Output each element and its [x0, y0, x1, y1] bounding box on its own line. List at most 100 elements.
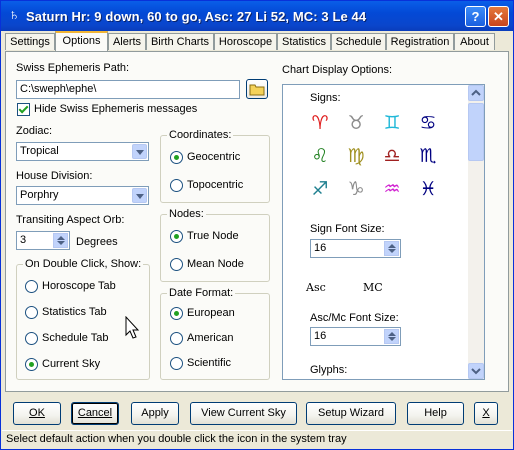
- radio-geocentric-label[interactable]: Geocentric: [187, 151, 240, 163]
- help-label: Help: [424, 407, 447, 419]
- pisces-sign-icon[interactable]: ♓: [415, 179, 441, 199]
- spin-down-icon[interactable]: [388, 249, 396, 253]
- glyphs-label: Glyphs:: [310, 364, 348, 376]
- close-title-button[interactable]: ✕: [488, 6, 509, 27]
- radio-scientific[interactable]: [170, 357, 183, 370]
- title-bar[interactable]: ♄ Saturn Hr: 9 down, 60 to go, Asc: 27 L…: [1, 1, 513, 31]
- scroll-up-button[interactable]: [468, 85, 484, 101]
- sign-font-size-spinner[interactable]: 16: [310, 239, 401, 258]
- taurus-sign-icon[interactable]: ♉: [343, 113, 369, 133]
- zodiac-select[interactable]: Tropical: [16, 142, 149, 161]
- spin-down-icon[interactable]: [388, 337, 396, 341]
- window-title: Saturn Hr: 9 down, 60 to go, Asc: 27 Li …: [26, 9, 367, 24]
- radio-true-node-label[interactable]: True Node: [187, 230, 239, 242]
- spin-down-icon[interactable]: [57, 241, 65, 245]
- hide-messages-label: Hide Swiss Ephemeris messages: [34, 103, 198, 115]
- help-title-button[interactable]: ?: [465, 6, 486, 27]
- chart-display-title: Chart Display Options:: [282, 64, 393, 76]
- radio-mean-node-label[interactable]: Mean Node: [187, 258, 244, 270]
- saturn-app-icon[interactable]: ♄: [6, 7, 22, 24]
- aquarius-sign-icon[interactable]: ♒: [379, 179, 405, 199]
- close-label: X: [482, 407, 490, 419]
- leo-sign-icon[interactable]: ♌: [307, 146, 333, 166]
- scroll-thumb[interactable]: [468, 103, 484, 161]
- cancel-button[interactable]: Cancel: [71, 402, 119, 425]
- main-window: ♄ Saturn Hr: 9 down, 60 to go, Asc: 27 L…: [0, 0, 514, 450]
- view-current-sky-button[interactable]: View Current Sky: [190, 402, 297, 425]
- radio-schedule-tab-label[interactable]: Schedule Tab: [42, 332, 108, 344]
- chevron-up-icon: [471, 89, 481, 96]
- nodes-group: Nodes:: [160, 208, 270, 282]
- chevron-down-icon[interactable]: [132, 188, 147, 203]
- radio-schedule-tab[interactable]: [25, 332, 38, 345]
- spin-up-icon[interactable]: [57, 236, 65, 240]
- tab-settings[interactable]: Settings: [5, 33, 55, 50]
- radio-american-label[interactable]: American: [187, 332, 233, 344]
- radio-mean-node[interactable]: [170, 258, 183, 271]
- scorpio-sign-icon[interactable]: ♏: [415, 146, 441, 166]
- house-division-select[interactable]: Porphry: [16, 186, 149, 205]
- tab-options[interactable]: Options: [55, 31, 108, 51]
- radio-american[interactable]: [170, 332, 183, 345]
- radio-horoscope-tab[interactable]: [25, 280, 38, 293]
- aries-sign-icon[interactable]: ♈: [307, 113, 333, 133]
- tab-registration[interactable]: Registration: [386, 33, 454, 50]
- tab-horoscope[interactable]: Horoscope: [214, 33, 277, 50]
- apply-button[interactable]: Apply: [131, 402, 179, 425]
- radio-european[interactable]: [170, 307, 183, 320]
- tab-schedule[interactable]: Schedule: [331, 33, 386, 50]
- virgo-sign-icon[interactable]: ♍: [343, 146, 369, 166]
- coordinates-group: Coordinates:: [160, 129, 270, 203]
- ascmc-font-size-spinner[interactable]: 16: [310, 327, 401, 346]
- cancel-label: Cancel: [77, 407, 113, 419]
- scroll-down-button[interactable]: [468, 363, 484, 379]
- asc-label: Asc: [306, 281, 326, 294]
- tab-alerts[interactable]: Alerts: [108, 33, 146, 50]
- close-button[interactable]: X: [474, 402, 498, 425]
- radio-scientific-label[interactable]: Scientific: [187, 357, 231, 369]
- spin-up-icon[interactable]: [388, 332, 396, 336]
- tab-about[interactable]: About: [454, 33, 495, 50]
- radio-statistics-tab-label[interactable]: Statistics Tab: [42, 306, 107, 318]
- radio-true-node[interactable]: [170, 230, 183, 243]
- chart-display-scrollbar[interactable]: [468, 85, 484, 379]
- radio-horoscope-tab-label[interactable]: Horoscope Tab: [42, 280, 116, 292]
- status-bar: Select default action when you double cl…: [2, 430, 512, 448]
- browse-folder-button[interactable]: [246, 79, 268, 99]
- radio-european-label[interactable]: European: [187, 307, 235, 319]
- ok-label: OK: [29, 407, 45, 419]
- setup-wizard-button[interactable]: Setup Wizard: [306, 402, 396, 425]
- radio-statistics-tab[interactable]: [25, 306, 38, 319]
- sign-font-spin-buttons[interactable]: [384, 241, 399, 256]
- capricorn-sign-icon[interactable]: ♑: [343, 179, 369, 199]
- ascmc-font-spin-buttons[interactable]: [384, 329, 399, 344]
- date-format-title: Date Format:: [167, 287, 236, 299]
- zodiac-label: Zodiac:: [16, 125, 53, 137]
- signs-label: Signs:: [310, 92, 341, 104]
- help-button[interactable]: Help: [407, 402, 464, 425]
- gemini-sign-icon[interactable]: ♊: [379, 113, 405, 133]
- tab-birth-charts[interactable]: Birth Charts: [146, 33, 214, 50]
- ephemeris-path-input[interactable]: C:\sweph\ephe\: [16, 80, 240, 99]
- cancer-sign-icon[interactable]: ♋: [415, 113, 441, 133]
- radio-current-sky[interactable]: [25, 358, 38, 371]
- ok-button[interactable]: OK: [13, 402, 61, 425]
- tab-statistics[interactable]: Statistics: [277, 33, 331, 50]
- house-division-value: Porphry: [20, 189, 59, 201]
- view-current-sky-label: View Current Sky: [201, 407, 286, 419]
- radio-topocentric[interactable]: [170, 179, 183, 192]
- radio-current-sky-label[interactable]: Current Sky: [42, 358, 100, 370]
- libra-sign-icon[interactable]: ♎: [379, 146, 405, 166]
- chevron-down-icon[interactable]: [132, 144, 147, 159]
- zodiac-value: Tropical: [20, 145, 59, 157]
- radio-geocentric[interactable]: [170, 151, 183, 164]
- sagittarius-sign-icon[interactable]: ♐: [307, 179, 333, 199]
- hide-messages-checkbox[interactable]: [17, 103, 30, 116]
- chart-display-panel[interactable]: Signs: ♈ ♉ ♊ ♋ ♌ ♍ ♎ ♏ ♐ ♑ ♒ ♓ Sign Font…: [282, 84, 485, 380]
- radio-topocentric-label[interactable]: Topocentric: [187, 179, 243, 191]
- orb-spin-buttons[interactable]: [53, 233, 68, 248]
- chevron-down-icon: [471, 368, 481, 375]
- orb-spinner[interactable]: 3: [16, 231, 70, 250]
- nodes-title: Nodes:: [167, 208, 206, 220]
- spin-up-icon[interactable]: [388, 244, 396, 248]
